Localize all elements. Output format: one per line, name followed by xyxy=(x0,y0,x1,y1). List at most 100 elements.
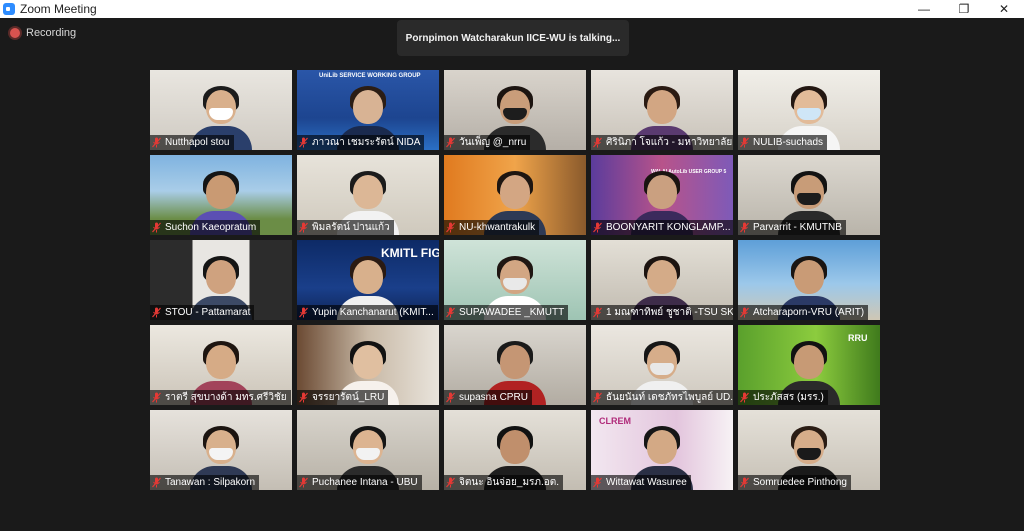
participant-tile[interactable]: CLREM Wittawat Wasuree xyxy=(591,410,733,490)
participant-tile[interactable]: Atcharaporn-VRU (ARIT) xyxy=(738,240,880,320)
participant-name: พิมลรัตน์ ปานแก้ว xyxy=(312,222,390,233)
participant-name: ราตรี สุขบางด้า มทร.ศรีวิชัย xyxy=(165,392,287,403)
participant-tile[interactable]: Parvarrit - KMUTNB xyxy=(738,155,880,235)
participant-nameplate: STOU - Pattamarat xyxy=(150,305,255,320)
participant-tile[interactable]: 1 มณฑาทิพย์ ชูชาติ -TSU SK xyxy=(591,240,733,320)
participant-nameplate: จิตนะ อินจ่อย_มรภ.อต. xyxy=(444,475,564,490)
muted-microphone-icon xyxy=(152,137,161,148)
participant-nameplate: จรรยารัตน์_LRU xyxy=(297,390,389,405)
participant-tile[interactable]: Tanawan : Silpakorn xyxy=(150,410,292,490)
window-titlebar: Zoom Meeting — ❐ ✕ xyxy=(0,0,1024,18)
background-banner-text: CLREM xyxy=(599,416,631,426)
participant-nameplate: ราตรี สุขบางด้า มทร.ศรีวิชัย xyxy=(150,390,291,405)
participant-name: Nutthapol stou xyxy=(165,137,230,148)
participant-tile[interactable]: UniLib SERVICE WORKING GROUP ภาวณา เชมระร… xyxy=(297,70,439,150)
participant-name: Yupin Kanchanarut (KMIT... xyxy=(312,307,434,318)
participant-tile[interactable]: ราตรี สุขบางด้า มทร.ศรีวิชัย xyxy=(150,325,292,405)
participant-name: BOONYARIT KONGLAMP... xyxy=(606,222,731,233)
participant-nameplate: ธันยนันท์ เดชภัทรไพบูลย์ UD... xyxy=(591,390,733,405)
participant-nameplate: Wittawat Wasuree xyxy=(591,475,691,490)
muted-microphone-icon xyxy=(299,222,308,233)
muted-microphone-icon xyxy=(152,392,161,403)
participant-nameplate: วันเพ็ญ @_nrru xyxy=(444,135,531,150)
participant-tile[interactable]: NULIB-suchads xyxy=(738,70,880,150)
participant-tile[interactable]: NU-khwantrakulk xyxy=(444,155,586,235)
maximize-button[interactable]: ❐ xyxy=(944,0,984,18)
participant-tile[interactable]: KMITL FIGHTYupin Kanchanarut (KMIT... xyxy=(297,240,439,320)
muted-microphone-icon xyxy=(299,137,308,148)
muted-microphone-icon xyxy=(446,477,455,488)
participant-name: supasna CPRU xyxy=(459,392,528,403)
record-icon xyxy=(10,28,20,38)
participant-name: ภาวณา เชมระรัตน์ NIDA xyxy=(312,137,421,148)
participant-tile[interactable]: SUPAWADEE _KMUTT xyxy=(444,240,586,320)
participant-tile[interactable]: จรรยารัตน์_LRU xyxy=(297,325,439,405)
participant-name: STOU - Pattamarat xyxy=(165,307,251,318)
participant-name: Somruedee Pinthong xyxy=(753,477,847,488)
participant-nameplate: Atcharaporn-VRU (ARIT) xyxy=(738,305,869,320)
recording-indicator[interactable]: Recording xyxy=(10,27,76,39)
participant-tile[interactable]: Somruedee Pinthong xyxy=(738,410,880,490)
participant-nameplate: Nutthapol stou xyxy=(150,135,234,150)
participant-tile[interactable]: ศิรินิภา โจแก้ว - มหาวิทยาลัย... xyxy=(591,70,733,150)
active-speaker-banner: Pornpimon Watcharakun IICE-WU is talking… xyxy=(397,20,629,56)
participant-name: 1 มณฑาทิพย์ ชูชาติ -TSU SK xyxy=(606,307,733,318)
participant-tile[interactable]: RRU ประภัสสร (มรร.) xyxy=(738,325,880,405)
participant-nameplate: 1 มณฑาทิพย์ ชูชาติ -TSU SK xyxy=(591,305,733,320)
active-speaker-text: Pornpimon Watcharakun IICE-WU is talking… xyxy=(405,32,621,44)
participant-tile[interactable]: STOU - Pattamarat xyxy=(150,240,292,320)
participant-tile[interactable]: จิตนะ อินจ่อย_มรภ.อต. xyxy=(444,410,586,490)
participant-nameplate: BOONYARIT KONGLAMP... xyxy=(591,220,733,235)
participant-nameplate: ประภัสสร (มรร.) xyxy=(738,390,828,405)
muted-microphone-icon xyxy=(446,222,455,233)
muted-microphone-icon xyxy=(740,392,749,403)
participant-tile[interactable]: พิมลรัตน์ ปานแก้ว xyxy=(297,155,439,235)
participant-name: ธันยนันท์ เดชภัทรไพบูลย์ UD... xyxy=(606,392,733,403)
participant-name: จิตนะ อินจ่อย_มรภ.อต. xyxy=(459,477,560,488)
participant-tile[interactable]: วันเพ็ญ @_nrru xyxy=(444,70,586,150)
muted-microphone-icon xyxy=(152,222,161,233)
muted-microphone-icon xyxy=(593,392,602,403)
participant-tile[interactable]: Suchon Kaeopratum xyxy=(150,155,292,235)
background-banner-text: RRU xyxy=(848,333,868,343)
muted-microphone-icon xyxy=(740,222,749,233)
participant-tile[interactable]: Puchanee Intana - UBU xyxy=(297,410,439,490)
participant-nameplate: supasna CPRU xyxy=(444,390,532,405)
participant-nameplate: Parvarrit - KMUTNB xyxy=(738,220,846,235)
participant-name: Tanawan : Silpakorn xyxy=(165,477,256,488)
participant-name: Parvarrit - KMUTNB xyxy=(753,222,842,233)
recording-label: Recording xyxy=(26,27,77,39)
participant-nameplate: NULIB-suchads xyxy=(738,135,828,150)
muted-microphone-icon xyxy=(152,307,161,318)
participant-nameplate: พิมลรัตน์ ปานแก้ว xyxy=(297,220,394,235)
participant-nameplate: ภาวณา เชมระรัตน์ NIDA xyxy=(297,135,425,150)
participant-nameplate: SUPAWADEE _KMUTT xyxy=(444,305,569,320)
participant-nameplate: NU-khwantrakulk xyxy=(444,220,540,235)
muted-microphone-icon xyxy=(740,477,749,488)
muted-microphone-icon xyxy=(740,307,749,318)
participant-tile[interactable]: ธันยนันท์ เดชภัทรไพบูลย์ UD... xyxy=(591,325,733,405)
background-banner-text: UniLib SERVICE WORKING GROUP xyxy=(319,73,421,79)
muted-microphone-icon xyxy=(593,307,602,318)
participant-name: Puchanee Intana - UBU xyxy=(312,477,418,488)
participant-tile[interactable]: supasna CPRU xyxy=(444,325,586,405)
meeting-area: Recording Pornpimon Watcharakun IICE-WU … xyxy=(0,18,1024,531)
muted-microphone-icon xyxy=(299,392,308,403)
participant-name: จรรยารัตน์_LRU xyxy=(312,392,385,403)
gallery-grid: Nutthapol stou UniLib SERVICE WORKING GRO… xyxy=(150,70,880,490)
participant-tile[interactable]: WALAI AutoLib USER GROUP 5 BOONYARIT KONG… xyxy=(591,155,733,235)
participant-name: Atcharaporn-VRU (ARIT) xyxy=(753,307,865,318)
minimize-button[interactable]: — xyxy=(904,0,944,18)
muted-microphone-icon xyxy=(446,307,455,318)
participant-tile[interactable]: Nutthapol stou xyxy=(150,70,292,150)
participant-name: NU-khwantrakulk xyxy=(459,222,536,233)
participant-nameplate: Puchanee Intana - UBU xyxy=(297,475,422,490)
participant-name: Suchon Kaeopratum xyxy=(165,222,257,233)
muted-microphone-icon xyxy=(593,477,602,488)
participant-name: วันเพ็ญ @_nrru xyxy=(459,137,527,148)
muted-microphone-icon xyxy=(740,137,749,148)
close-button[interactable]: ✕ xyxy=(984,0,1024,18)
muted-microphone-icon xyxy=(299,477,308,488)
window-title: Zoom Meeting xyxy=(20,2,97,16)
muted-microphone-icon xyxy=(446,392,455,403)
